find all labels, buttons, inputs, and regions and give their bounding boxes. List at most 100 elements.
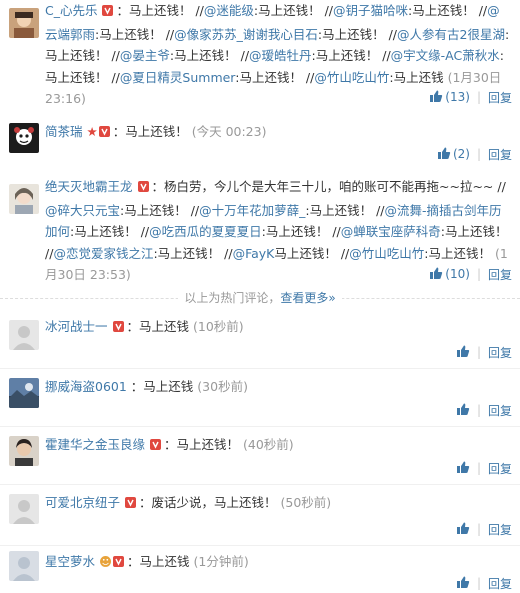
mention-link[interactable]: @十万年花加萝薛_ bbox=[199, 203, 305, 218]
vip-badge-icon bbox=[125, 494, 138, 516]
row-divider bbox=[0, 545, 520, 546]
reply-link[interactable]: 回复 bbox=[488, 146, 512, 163]
comment-text: 马上还钱！ // bbox=[274, 245, 350, 261]
reply-link[interactable]: 回复 bbox=[488, 575, 512, 592]
avatar[interactable] bbox=[9, 123, 39, 153]
comment-text: ：马上还钱！ bbox=[164, 437, 240, 452]
comment: 冰河战士一 ：马上还钱 (10秒前) bbox=[0, 316, 520, 368]
mention-link[interactable]: @碎大只元宝 bbox=[45, 203, 120, 218]
mention-link[interactable]: @瑷皓牡丹 bbox=[249, 48, 312, 63]
reply-link[interactable]: 回复 bbox=[488, 344, 512, 361]
comment: 霍建华之金玉良缘 ：马上还钱！ (40秒前) bbox=[0, 434, 520, 486]
comment-username[interactable]: C_心先乐 bbox=[45, 3, 97, 18]
comment-text: :马上还钱 bbox=[389, 69, 444, 85]
avatar[interactable] bbox=[9, 184, 39, 214]
comment-username[interactable]: 挪威海盗0601 bbox=[45, 379, 127, 394]
comment-time: (今天 00:23) bbox=[191, 124, 267, 139]
comment-text: ：马上还钱！ // bbox=[116, 3, 204, 18]
mention-link[interactable]: @竹山吃山竹 bbox=[314, 70, 389, 85]
reply-link[interactable]: 回复 bbox=[488, 402, 512, 419]
mention-link[interactable]: @夏日精灵Summer bbox=[120, 70, 235, 85]
comment-time: (30秒前) bbox=[197, 379, 248, 394]
emoji-icon: ☻ bbox=[99, 554, 113, 569]
mention-link[interactable]: @晏主爷 bbox=[120, 48, 170, 63]
avatar[interactable] bbox=[9, 320, 39, 350]
like-count: (10) bbox=[445, 267, 470, 281]
comment-text: :马上还钱！ // bbox=[253, 3, 333, 18]
vip-badge-icon bbox=[98, 123, 112, 145]
like-button[interactable] bbox=[456, 344, 470, 361]
mention-link[interactable]: @恋觉爱家钱之江 bbox=[53, 246, 153, 261]
comment-username[interactable]: 霍建华之金玉良缘 bbox=[45, 437, 145, 452]
comment-text: :马上还钱！ // bbox=[95, 26, 175, 42]
mention-link[interactable]: @FayK bbox=[233, 246, 275, 261]
mention-link[interactable]: @像家苏苏_谢谢我心目石 bbox=[174, 27, 318, 42]
comment-text: :马上还钱！ // bbox=[169, 48, 250, 63]
thumbs-up-icon bbox=[456, 345, 470, 361]
mention-link[interactable]: @钥子猫哈咪 bbox=[333, 3, 408, 18]
comment-text: :马上还钱！ // bbox=[311, 48, 391, 63]
like-button[interactable] bbox=[456, 460, 470, 477]
comment-username[interactable]: 可爱北京纽子 bbox=[45, 495, 120, 510]
avatar[interactable] bbox=[9, 8, 39, 38]
comment: 可爱北京纽子 ：废话少说，马上还钱！ (50秒前) bbox=[0, 492, 520, 544]
mention-link[interactable]: @宇文缘-AC萧秋水 bbox=[391, 48, 500, 63]
like-button[interactable]: (13) bbox=[429, 89, 470, 106]
reply-link[interactable]: 回复 bbox=[488, 460, 512, 477]
reply-link[interactable]: 回复 bbox=[488, 521, 512, 538]
comment-text: ：马上还钱 bbox=[130, 379, 194, 394]
comment: 星空萝水 ☻ ：马上还钱 (1分钟前) bbox=[0, 551, 520, 593]
row-divider bbox=[0, 368, 520, 369]
star-icon: ★ bbox=[86, 124, 98, 139]
avatar[interactable] bbox=[9, 494, 39, 524]
comment-text: :马上还钱！ // bbox=[408, 3, 488, 18]
separator: | bbox=[476, 345, 481, 359]
separator: | bbox=[476, 90, 481, 104]
hot-comments-note: 以上为热门评论，查看更多» bbox=[0, 290, 520, 306]
vip-badge-icon bbox=[112, 318, 126, 340]
separator: | bbox=[476, 576, 481, 590]
comment-username[interactable]: 冰河战士一 bbox=[45, 319, 108, 334]
mention-link[interactable]: @蝉联宝座萨科奇 bbox=[341, 224, 441, 239]
comment-username[interactable]: 简茶瑞 bbox=[45, 124, 83, 139]
comment-username[interactable]: 星空萝水 bbox=[45, 554, 95, 569]
mention-link[interactable]: @竹山吃山竹 bbox=[349, 246, 424, 261]
thumbs-up-icon bbox=[456, 522, 470, 538]
comment-text: :马上还钱！ // bbox=[70, 224, 150, 239]
comment-time: (50秒前) bbox=[280, 495, 332, 510]
comment-text: ：马上还钱 bbox=[127, 554, 190, 569]
separator: | bbox=[476, 147, 481, 161]
reply-link[interactable]: 回复 bbox=[488, 89, 512, 106]
mention-link[interactable]: @迷能级 bbox=[204, 3, 254, 18]
like-button[interactable] bbox=[456, 402, 470, 419]
like-button[interactable] bbox=[456, 521, 470, 538]
comment-time: (1分钟前) bbox=[193, 554, 249, 569]
thumbs-up-icon bbox=[429, 89, 443, 106]
comment-text: :马上还钱！ // bbox=[317, 26, 397, 42]
comment-text: :马上还钱！ // bbox=[153, 245, 233, 261]
like-button[interactable] bbox=[456, 575, 470, 592]
hot-note-text: 以上为热门评论， bbox=[184, 291, 281, 305]
row-divider bbox=[0, 484, 520, 485]
reply-link[interactable]: 回复 bbox=[488, 266, 512, 283]
comment-username[interactable]: 绝天灭地霸王龙 bbox=[45, 179, 133, 194]
thumbs-up-icon bbox=[456, 576, 470, 592]
comment-time: (10秒前) bbox=[193, 319, 244, 334]
comment-text: ：马上还钱 bbox=[126, 319, 190, 334]
comment-text: :马上还钱！ // bbox=[261, 224, 341, 239]
see-more-link[interactable]: 查看更多» bbox=[280, 291, 335, 305]
avatar[interactable] bbox=[9, 551, 39, 581]
mention-link[interactable]: @吃西瓜的夏夏夏日 bbox=[149, 224, 262, 239]
avatar[interactable] bbox=[9, 378, 39, 408]
separator: | bbox=[476, 267, 481, 281]
separator: | bbox=[476, 403, 481, 417]
separator: | bbox=[476, 522, 481, 536]
vip-badge-icon bbox=[113, 553, 126, 575]
comment-text: ：杨白劳，今儿个是大年三十儿，咱的账可不能再拖~~拉~~ // bbox=[151, 179, 506, 194]
mention-link[interactable]: @人参有古2很星湖 bbox=[397, 27, 505, 42]
like-button[interactable]: (10) bbox=[429, 266, 470, 283]
avatar[interactable] bbox=[9, 436, 39, 466]
vip-badge-icon bbox=[102, 2, 115, 24]
comment-text: :马上还钱！ // bbox=[305, 202, 385, 218]
like-button[interactable]: (2) bbox=[437, 146, 470, 163]
